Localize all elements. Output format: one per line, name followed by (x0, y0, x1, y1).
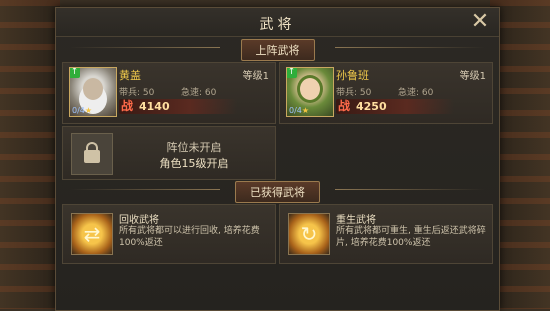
lineup-section-label: 上阵武将 (240, 39, 315, 61)
lock-box (71, 133, 113, 175)
general-portrait[interactable]: ↑ 0/4★ (286, 67, 334, 117)
close-icon: ✕ (470, 9, 490, 34)
recycle-icon: ⇄ (71, 213, 113, 255)
recycle-general-card[interactable]: ⇄ 回收武将 所有武将都可以进行回收, 培养花费100%返还 (62, 204, 276, 264)
general-card-huanggai[interactable]: ↑ 0/4★ 黄盖 等级1 带兵: 50 急速: 60 战 4140 (62, 62, 276, 124)
owned-section-label: 已获得武将 (235, 181, 320, 203)
title-bar: 武将 ✕ (56, 8, 499, 37)
panel-title: 武将 (259, 17, 296, 33)
recycle-title: 回收武将 (119, 215, 159, 226)
general-card-sunluban[interactable]: ↑ 0/4★ 孙鲁班 等级1 带兵: 50 急速: 60 战 4250 (279, 62, 493, 124)
power-value: 4250 (356, 100, 387, 113)
divider (335, 189, 485, 190)
lineup-section-header: 上阵武将 (56, 38, 499, 61)
power-icon: 战 (338, 99, 351, 113)
generals-panel: 武将 ✕ 上阵武将 ↑ 0/4★ 黄盖 等级1 带兵: 50 急速: 60 战 … (55, 7, 500, 311)
rebirth-icon: ↻ (288, 213, 330, 255)
lock-icon (84, 142, 100, 164)
background-left (0, 0, 60, 309)
rebirth-general-card[interactable]: ↻ 重生武将 所有武将都可重生, 重生后返还武将碎片, 培养花费100%返还 (279, 204, 493, 264)
rebirth-title: 重生武将 (336, 215, 376, 226)
rebirth-description: 所有武将都可重生, 重生后返还武将碎片, 培养花费100%返还 (336, 226, 486, 248)
power-icon: 战 (121, 99, 134, 113)
general-power: 战 4250 (336, 99, 454, 114)
locked-slot-card[interactable]: 阵位未开启 角色15级开启 (62, 126, 276, 180)
troop-count: 0/4★ (72, 106, 93, 115)
troop-count: 0/4★ (289, 106, 310, 115)
general-level: 等级1 (242, 71, 269, 82)
general-level: 等级1 (459, 71, 486, 82)
portrait-face (83, 78, 103, 100)
divider (335, 47, 485, 48)
general-name: 黄盖 (119, 69, 141, 82)
power-value: 4140 (139, 100, 170, 113)
star-icon: ★ (301, 106, 310, 115)
general-portrait[interactable]: ↑ 0/4★ (69, 67, 117, 117)
recycle-description: 所有武将都可以进行回收, 培养花费100%返还 (119, 226, 260, 248)
arrow-up-icon: ↑ (70, 67, 80, 78)
general-speed: 急速: 60 (398, 88, 434, 98)
general-speed: 急速: 60 (181, 88, 217, 98)
general-name: 孙鲁班 (336, 69, 369, 82)
close-button[interactable]: ✕ (469, 11, 491, 33)
divider (70, 189, 220, 190)
arrow-up-icon: ↑ (287, 67, 297, 78)
star-icon: ★ (84, 106, 93, 115)
divider (70, 47, 220, 48)
owned-section-header: 已获得武将 (56, 180, 499, 203)
locked-slot-title: 阵位未开启 (166, 141, 222, 154)
portrait-face (300, 78, 320, 100)
locked-slot-requirement: 角色15级开启 (159, 157, 229, 170)
general-power: 战 4140 (119, 99, 237, 114)
